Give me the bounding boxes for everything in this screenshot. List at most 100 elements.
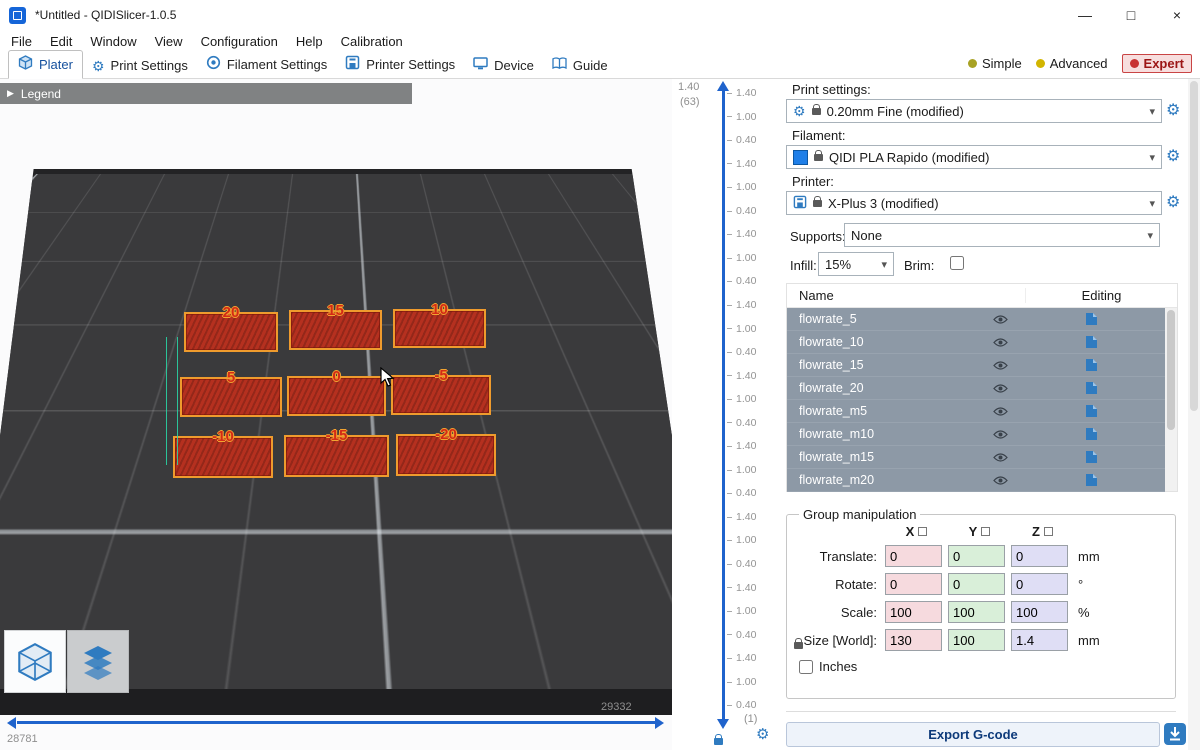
menu-configuration[interactable]: Configuration — [192, 34, 287, 49]
mode-advanced[interactable]: Advanced — [1036, 56, 1108, 71]
supports-combo[interactable]: None ▾ — [844, 223, 1160, 247]
object-name: flowrate_m20 — [787, 473, 983, 487]
size-x-input[interactable] — [885, 629, 942, 651]
eye-icon[interactable] — [983, 360, 1017, 371]
preview-view-button[interactable] — [67, 630, 129, 693]
translate-y-input[interactable] — [948, 545, 1005, 567]
legend-bar[interactable]: ▶ Legend — [0, 83, 412, 104]
scale-x-input[interactable] — [885, 601, 942, 623]
object-list-row[interactable]: flowrate_5 — [787, 308, 1165, 331]
plate-object[interactable]: 5 — [180, 377, 282, 417]
object-list-row[interactable]: flowrate_m20 — [787, 469, 1165, 492]
plate-object[interactable]: -20 — [396, 434, 496, 476]
lock-icon[interactable] — [714, 738, 723, 745]
edit-layers-icon[interactable] — [1017, 381, 1165, 395]
ruler-tick: 1.00 — [727, 606, 756, 617]
edit-layers-icon[interactable] — [1017, 450, 1165, 464]
axis-y-icon — [981, 527, 990, 536]
panel-scrollbar[interactable] — [1188, 79, 1200, 750]
rotate-y-input[interactable] — [948, 573, 1005, 595]
translate-z-input[interactable] — [1011, 545, 1068, 567]
ruler-tick: 1.40 — [727, 583, 756, 594]
minimize-button[interactable]: — — [1062, 0, 1108, 30]
tab-device[interactable]: Device — [464, 53, 543, 78]
export-gcode-icon-button[interactable] — [1164, 723, 1186, 748]
tab-printer-settings[interactable]: Printer Settings — [336, 51, 464, 78]
brim-checkbox[interactable] — [950, 256, 964, 270]
horizontal-slider[interactable] — [17, 721, 655, 724]
menu-help[interactable]: Help — [287, 34, 332, 49]
editor-view-button[interactable] — [4, 630, 66, 693]
edit-layers-icon[interactable] — [1017, 427, 1165, 441]
layer-slider-gear-icon[interactable]: ⚙ — [756, 727, 769, 742]
object-list-row[interactable]: flowrate_10 — [787, 331, 1165, 354]
edit-layers-icon[interactable] — [1017, 312, 1165, 326]
translate-x-input[interactable] — [885, 545, 942, 567]
inches-checkbox[interactable] — [799, 660, 813, 674]
size-z-input[interactable] — [1011, 629, 1068, 651]
object-list-row[interactable]: flowrate_m10 — [787, 423, 1165, 446]
plate-object[interactable]: 20 — [184, 312, 278, 352]
layer-slider-down-arrow[interactable] — [717, 719, 729, 729]
tab-filament-settings[interactable]: Filament Settings — [197, 51, 336, 78]
object-list-row[interactable]: flowrate_20 — [787, 377, 1165, 400]
layer-slider[interactable] — [722, 91, 725, 719]
menu-edit[interactable]: Edit — [41, 34, 81, 49]
edit-layers-icon[interactable] — [1017, 404, 1165, 418]
viewport-3d[interactable]: 20151050-5-10-15-20 ▶ Legend 28781 29332 — [0, 79, 672, 750]
eye-icon[interactable] — [983, 337, 1017, 348]
eye-icon[interactable] — [983, 314, 1017, 325]
tab-plater[interactable]: Plater — [8, 50, 83, 79]
object-flow-label: -20 — [435, 427, 457, 442]
menu-file[interactable]: File — [2, 34, 41, 49]
plate-object[interactable]: 10 — [393, 309, 486, 348]
eye-icon[interactable] — [983, 429, 1017, 440]
scrollbar-thumb[interactable] — [1190, 81, 1198, 411]
edit-layers-icon[interactable] — [1017, 473, 1165, 487]
maximize-button[interactable]: □ — [1108, 0, 1154, 30]
print-settings-gear-button[interactable]: ⚙ — [1166, 103, 1180, 119]
plate-object[interactable]: 15 — [289, 310, 382, 350]
chevron-down-icon: ▾ — [1149, 197, 1155, 210]
scrollbar-thumb[interactable] — [1167, 310, 1175, 430]
object-list-row[interactable]: flowrate_15 — [787, 354, 1165, 377]
printer-gear-button[interactable]: ⚙ — [1166, 195, 1180, 211]
object-list-row[interactable]: flowrate_m5 — [787, 400, 1165, 423]
eye-icon[interactable] — [983, 383, 1017, 394]
axis-x-label: X — [906, 524, 915, 539]
tab-guide[interactable]: Guide — [543, 53, 617, 78]
edit-layers-icon[interactable] — [1017, 335, 1165, 349]
eye-icon[interactable] — [983, 475, 1017, 486]
ruler-tick: 0.40 — [727, 418, 756, 429]
infill-combo[interactable]: 15% ▾ — [818, 252, 894, 276]
menu-view[interactable]: View — [146, 34, 192, 49]
edit-layers-icon[interactable] — [1017, 358, 1165, 372]
printer-combo[interactable]: X-Plus 3 (modified) ▾ — [786, 191, 1162, 215]
rotate-z-input[interactable] — [1011, 573, 1068, 595]
mode-expert[interactable]: Expert — [1122, 54, 1192, 73]
uniform-scale-lock-icon[interactable] — [794, 642, 803, 649]
tab-print-settings[interactable]: ⚙ Print Settings — [83, 54, 197, 78]
object-list-row[interactable]: flowrate_m15 — [787, 446, 1165, 469]
filament-combo[interactable]: QIDI PLA Rapido (modified) ▾ — [786, 145, 1162, 169]
size-y-input[interactable] — [948, 629, 1005, 651]
scale-z-input[interactable] — [1011, 601, 1068, 623]
export-gcode-button[interactable]: Export G-code — [786, 722, 1160, 747]
eye-icon[interactable] — [983, 406, 1017, 417]
close-button[interactable]: × — [1154, 0, 1200, 30]
object-list-scrollbar[interactable] — [1165, 308, 1177, 491]
menu-window[interactable]: Window — [81, 34, 145, 49]
plate-object[interactable]: -5 — [391, 375, 491, 415]
scale-y-input[interactable] — [948, 601, 1005, 623]
print-settings-combo[interactable]: ⚙ 0.20mm Fine (modified) ▾ — [786, 99, 1162, 123]
rotate-x-input[interactable] — [885, 573, 942, 595]
plate-object[interactable]: 0 — [287, 376, 386, 416]
mode-simple[interactable]: Simple — [968, 56, 1022, 71]
h-slider-right-arrow[interactable] — [655, 717, 664, 729]
filament-gear-button[interactable]: ⚙ — [1166, 149, 1180, 165]
eye-icon[interactable] — [983, 452, 1017, 463]
plate-object[interactable]: -10 — [173, 436, 273, 478]
plate-object[interactable]: -15 — [284, 435, 389, 477]
h-slider-left-arrow[interactable] — [7, 717, 16, 729]
menu-calibration[interactable]: Calibration — [332, 34, 412, 49]
